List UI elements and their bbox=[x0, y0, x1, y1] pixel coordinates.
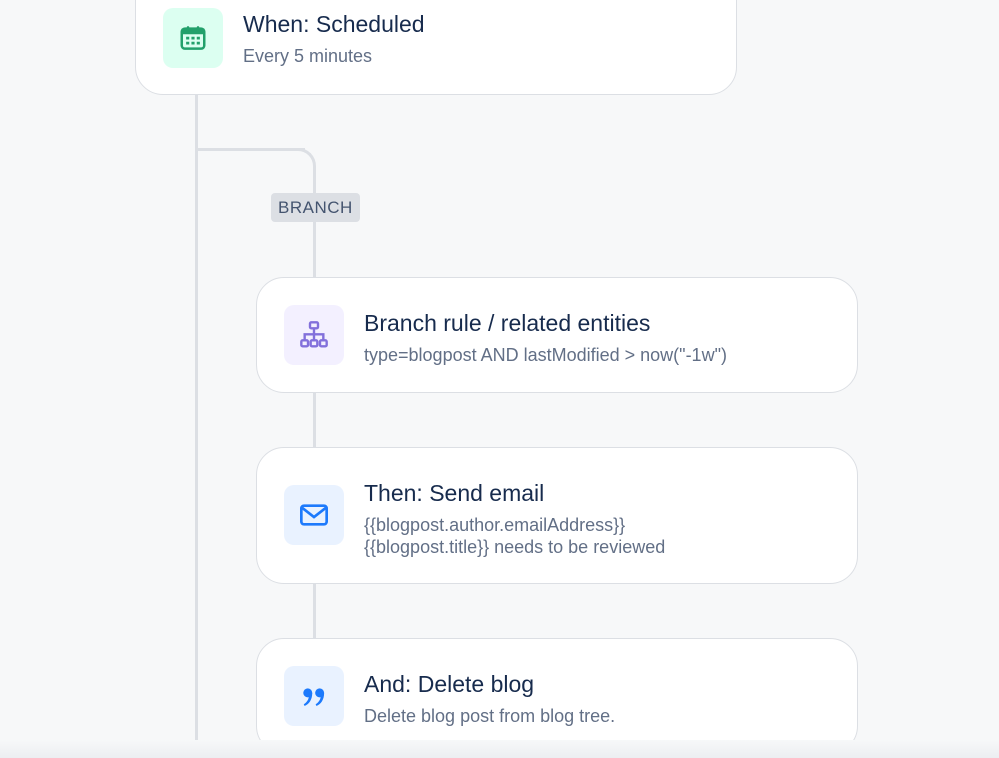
hierarchy-icon bbox=[284, 305, 344, 365]
branch-connector-curve bbox=[270, 148, 316, 188]
rule-flow-canvas: When: Scheduled Every 5 minutes BRANCH B… bbox=[0, 0, 999, 758]
send-email-recipient: {{blogpost.author.emailAddress}} bbox=[364, 515, 626, 535]
delete-blog-title: And: Delete blog bbox=[364, 671, 535, 697]
send-email-title: Then: Send email bbox=[364, 480, 545, 506]
trigger-subtitle: Every 5 minutes bbox=[243, 46, 373, 66]
calendar-icon bbox=[163, 8, 223, 68]
branch-rule-condition: type=blogpost AND lastModified > now("-1… bbox=[364, 345, 727, 365]
branch-connector-vertical-2 bbox=[313, 391, 316, 449]
branch-connector-vertical-3 bbox=[313, 582, 316, 640]
send-email-card[interactable]: Then: Send email {{blogpost.author.email… bbox=[256, 447, 858, 584]
main-connector-line bbox=[195, 92, 198, 758]
send-email-subject: {{blogpost.title}} needs to be reviewed bbox=[364, 537, 666, 557]
quote-icon bbox=[284, 666, 344, 726]
branch-rule-card[interactable]: Branch rule / related entities type=blog… bbox=[256, 277, 858, 393]
trigger-card[interactable]: When: Scheduled Every 5 minutes bbox=[135, 0, 737, 95]
bottom-edge-shadow bbox=[0, 740, 999, 758]
send-email-details: {{blogpost.author.emailAddress}} {{blogp… bbox=[364, 514, 665, 558]
envelope-icon bbox=[284, 485, 344, 545]
trigger-title: When: Scheduled bbox=[243, 11, 425, 37]
delete-blog-description: Delete blog post from blog tree. bbox=[364, 706, 616, 726]
delete-blog-card[interactable]: And: Delete blog Delete blog post from b… bbox=[256, 638, 858, 754]
branch-rule-title: Branch rule / related entities bbox=[364, 310, 651, 336]
branch-label: BRANCH bbox=[271, 193, 360, 222]
